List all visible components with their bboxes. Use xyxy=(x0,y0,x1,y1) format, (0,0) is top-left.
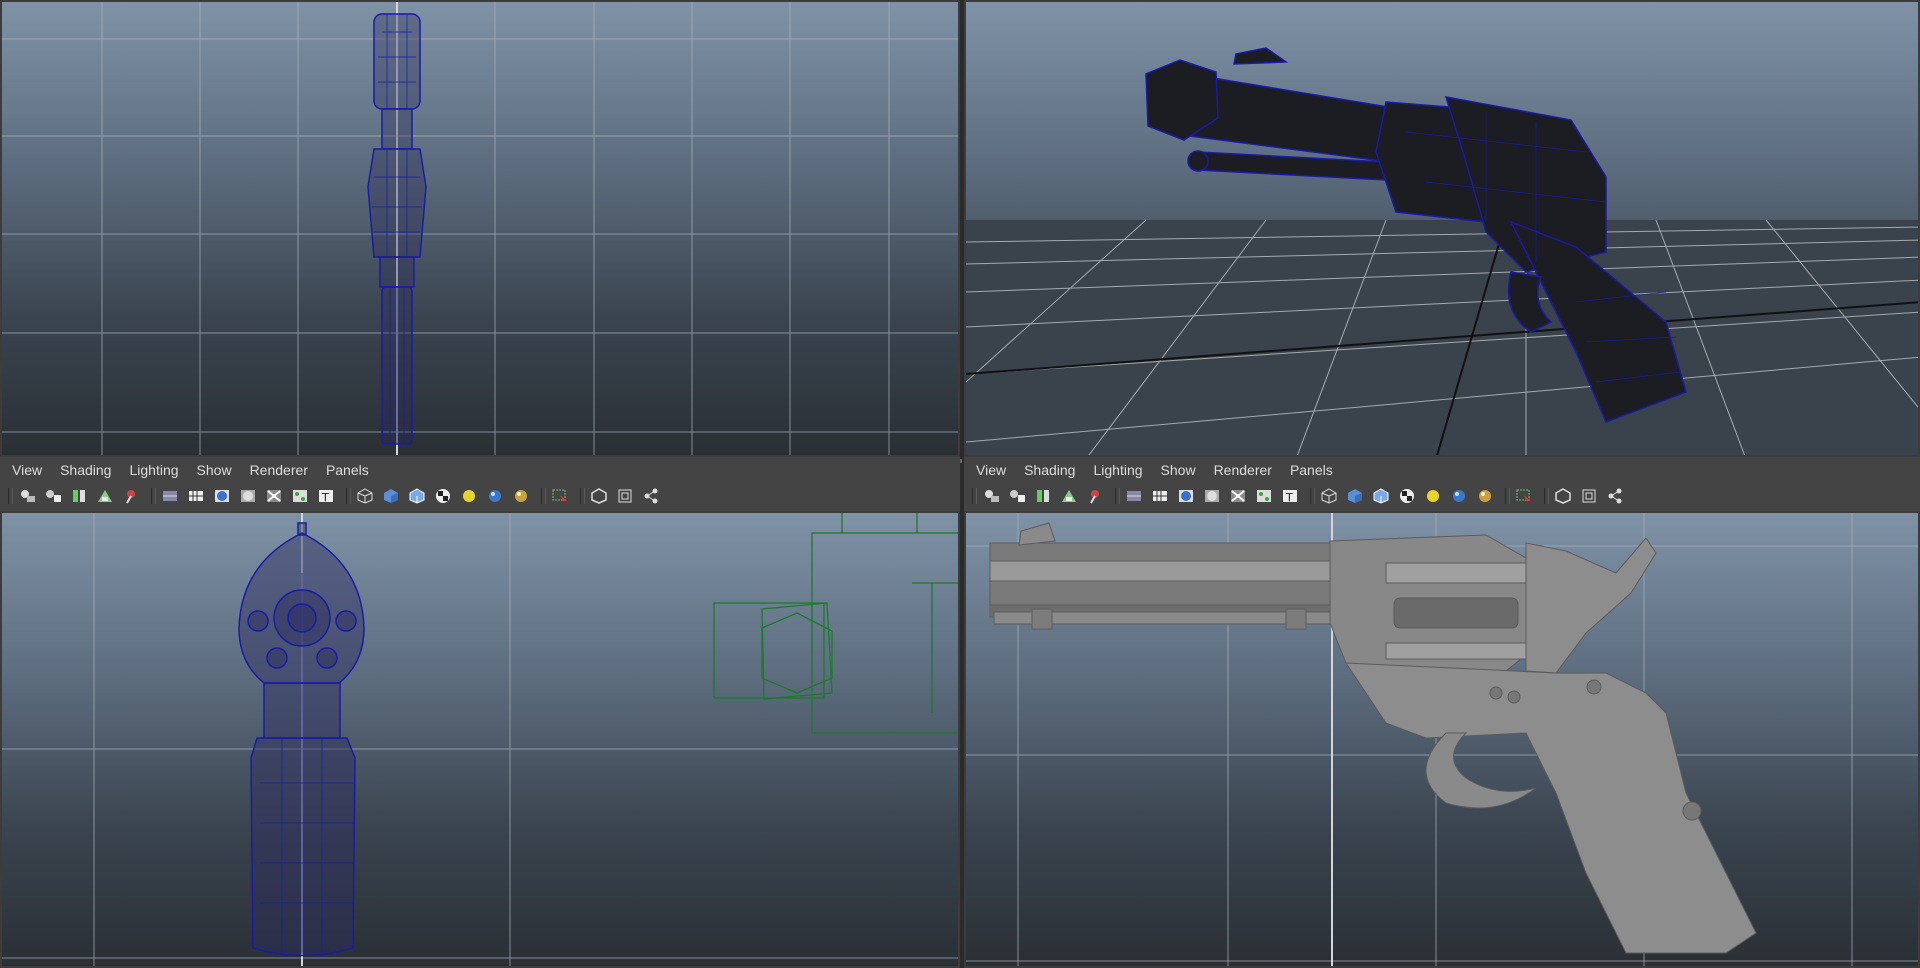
textured-icon[interactable]: T xyxy=(316,486,336,506)
default-light-icon[interactable] xyxy=(1423,486,1443,506)
wireframe-icon[interactable] xyxy=(160,486,180,506)
default-light-icon[interactable] xyxy=(459,486,479,506)
camera-attributes-icon[interactable] xyxy=(43,486,63,506)
isolate-icon[interactable] xyxy=(1553,486,1573,506)
menu-show[interactable]: Show xyxy=(195,462,240,478)
camera-icon[interactable] xyxy=(17,486,37,506)
shaded-cube-icon[interactable] xyxy=(381,486,401,506)
grid-toggle-icon[interactable] xyxy=(1150,486,1170,506)
menu-view[interactable]: View xyxy=(10,462,50,478)
toolbar-separator xyxy=(580,488,585,504)
frame-icon[interactable] xyxy=(1579,486,1599,506)
select-icon[interactable] xyxy=(1514,486,1534,506)
all-lights-icon[interactable] xyxy=(485,486,505,506)
panel-bar-right: View Shading Lighting Show Renderer Pane… xyxy=(964,457,1920,511)
menu-renderer[interactable]: Renderer xyxy=(248,462,316,478)
image-plane-icon[interactable] xyxy=(1059,486,1079,506)
node-share-icon[interactable] xyxy=(1605,486,1625,506)
toolbar-separator xyxy=(1115,488,1120,504)
perspective-grid xyxy=(966,47,1918,455)
menu-panels[interactable]: Panels xyxy=(324,462,377,478)
checker-icon[interactable] xyxy=(1397,486,1417,506)
all-lights-icon[interactable] xyxy=(1449,486,1469,506)
node-share-icon[interactable] xyxy=(641,486,661,506)
xray-joints-icon[interactable] xyxy=(290,486,310,506)
shaded-wire-cube-icon[interactable] xyxy=(1371,486,1391,506)
svg-text:T: T xyxy=(1285,491,1293,504)
toolbar-separator xyxy=(151,488,156,504)
viewport-bottom-back[interactable] xyxy=(0,511,960,968)
menu-lighting[interactable]: Lighting xyxy=(1091,462,1150,478)
panel-bar-left: View Shading Lighting Show Renderer Pane… xyxy=(0,457,960,511)
camera-attributes-icon[interactable] xyxy=(1007,486,1027,506)
revolver-side-shaded xyxy=(989,522,1757,954)
toolbar-separator xyxy=(1544,488,1549,504)
flat-shade-icon[interactable] xyxy=(238,486,258,506)
toolbar-separator xyxy=(1505,488,1510,504)
select-icon[interactable] xyxy=(550,486,570,506)
menu-show[interactable]: Show xyxy=(1159,462,1204,478)
menu-renderer[interactable]: Renderer xyxy=(1212,462,1280,478)
front-grid xyxy=(2,2,958,455)
menu-view[interactable]: View xyxy=(974,462,1014,478)
menu-shading[interactable]: Shading xyxy=(58,462,119,478)
panel-toolbar-left: T xyxy=(0,483,960,509)
menu-shading[interactable]: Shading xyxy=(1022,462,1083,478)
menu-lighting[interactable]: Lighting xyxy=(127,462,186,478)
checker-icon[interactable] xyxy=(433,486,453,506)
menu-panels[interactable]: Panels xyxy=(1288,462,1341,478)
shadows-icon[interactable] xyxy=(1475,486,1495,506)
smooth-shade-icon[interactable] xyxy=(1176,486,1196,506)
toolbar-grip[interactable] xyxy=(8,488,13,504)
toolbar-separator xyxy=(1310,488,1315,504)
xray-icon[interactable] xyxy=(264,486,284,506)
panel-toolbar-right: T xyxy=(964,483,1920,509)
camera-pan-icon[interactable] xyxy=(121,486,141,506)
textured-icon[interactable]: T xyxy=(1280,486,1300,506)
toolbar-grip[interactable] xyxy=(972,488,977,504)
frame-icon[interactable] xyxy=(615,486,635,506)
image-plane-icon[interactable] xyxy=(95,486,115,506)
revolver-back-wireframe xyxy=(238,522,365,957)
smooth-shade-icon[interactable] xyxy=(212,486,232,506)
revolver-front-wireframe xyxy=(367,13,427,445)
panel-menu-left: View Shading Lighting Show Renderer Pane… xyxy=(0,457,960,483)
wire-cube-icon[interactable] xyxy=(355,486,375,506)
viewport-top-front[interactable] xyxy=(0,0,960,457)
toolbar-separator xyxy=(541,488,546,504)
camera-wireframe-green xyxy=(713,513,958,734)
isolate-icon[interactable] xyxy=(589,486,609,506)
side-grid xyxy=(966,513,1918,966)
xray-joints-icon[interactable] xyxy=(1254,486,1274,506)
toolbar-separator xyxy=(346,488,351,504)
camera-pan-icon[interactable] xyxy=(1085,486,1105,506)
wire-cube-icon[interactable] xyxy=(1319,486,1339,506)
svg-text:T: T xyxy=(321,491,329,504)
bookmark-icon[interactable] xyxy=(69,486,89,506)
shadows-icon[interactable] xyxy=(511,486,531,506)
wireframe-icon[interactable] xyxy=(1124,486,1144,506)
shaded-wire-cube-icon[interactable] xyxy=(407,486,427,506)
panel-menu-right: View Shading Lighting Show Renderer Pane… xyxy=(964,457,1920,483)
shaded-cube-icon[interactable] xyxy=(1345,486,1365,506)
camera-icon[interactable] xyxy=(981,486,1001,506)
grid-toggle-icon[interactable] xyxy=(186,486,206,506)
xray-icon[interactable] xyxy=(1228,486,1248,506)
bookmark-icon[interactable] xyxy=(1033,486,1053,506)
flat-shade-icon[interactable] xyxy=(1202,486,1222,506)
back-grid xyxy=(2,513,958,966)
viewport-bottom-side[interactable] xyxy=(964,511,1920,968)
viewport-top-perspective[interactable] xyxy=(964,0,1920,457)
